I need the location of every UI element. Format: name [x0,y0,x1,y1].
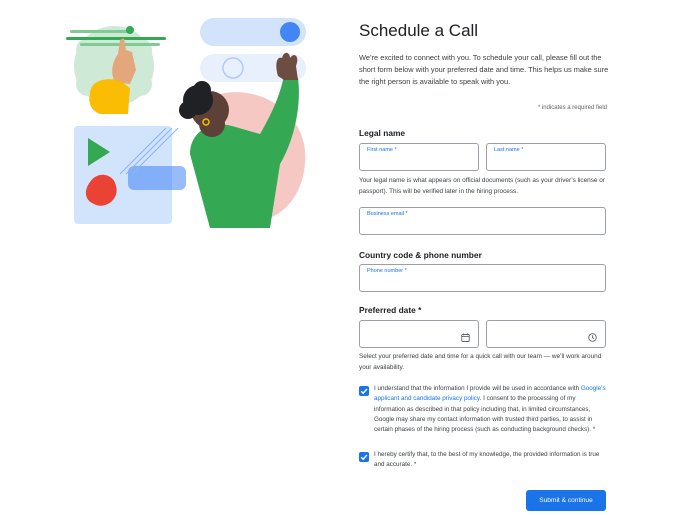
business-email-field[interactable]: Business email * [359,207,606,235]
required-field-note: * indicates a required field [537,105,607,111]
phone-number-field[interactable]: Phone number * [359,264,606,292]
last-name-field[interactable]: Last name * [486,143,606,171]
calendar-icon[interactable] [461,329,470,342]
page-title: Schedule a Call [359,21,479,40]
consent-text-part1: I understand that the information I prov… [374,385,581,392]
certify-text: I hereby certify that, to the best of my… [374,451,600,469]
certify-checkbox[interactable] [359,452,369,462]
first-name-field[interactable]: First name * [359,143,479,171]
submit-continue-button[interactable]: Submit & continue [526,490,606,511]
last-name-label: Last name * [494,147,524,153]
preferred-date-heading: Preferred date * [359,305,422,315]
checkmark-icon [360,454,368,461]
time-field[interactable] [486,320,606,348]
first-name-label: First name * [367,147,397,153]
preferred-date-helper: Select your preferred date and time for … [359,353,602,371]
checkmark-icon [360,388,368,395]
consent-checkbox[interactable] [359,386,369,396]
clock-icon[interactable] [588,329,597,342]
consent-text: I understand that the information I prov… [374,384,606,435]
business-email-label: Business email * [367,211,408,217]
phone-number-label: Phone number * [367,268,407,274]
date-field[interactable] [359,320,479,348]
phone-heading: Country code & phone number [359,250,482,260]
hero-illustration [60,14,310,229]
legal-name-heading: Legal name [359,128,406,138]
hero-illustration-graphic [66,18,306,228]
intro-text: We’re excited to connect with you. To sc… [359,53,609,86]
legal-name-helper: Your legal name is what appears on offic… [359,177,605,195]
